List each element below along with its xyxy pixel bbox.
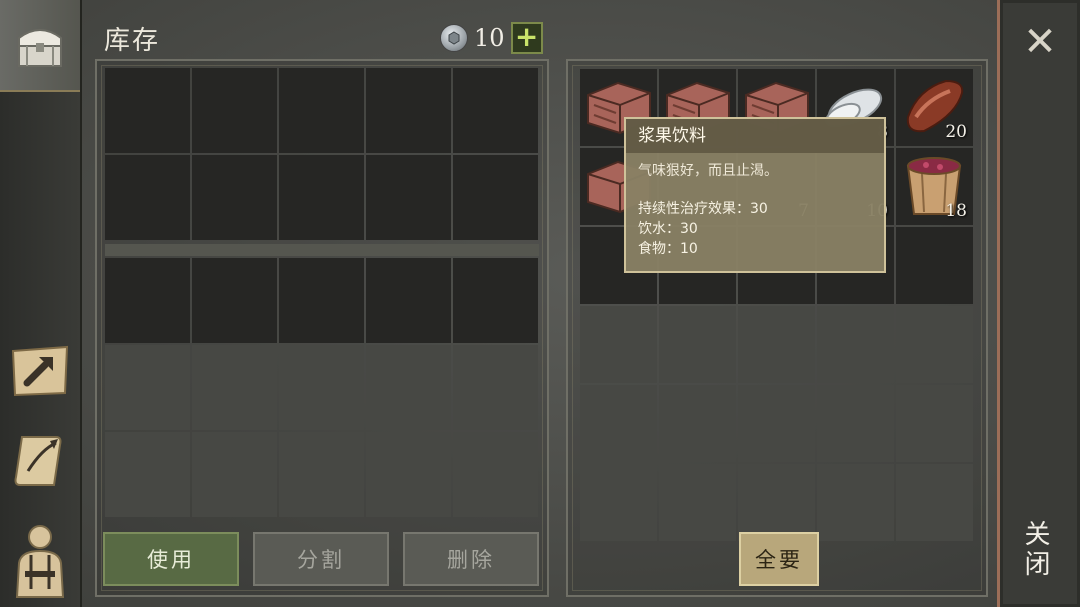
chest-tab[interactable]	[0, 0, 80, 92]
inventory-slot[interactable]	[366, 68, 451, 153]
split-button[interactable]: 分割	[253, 532, 389, 586]
locked-slot	[738, 385, 815, 462]
locked-slot	[453, 345, 538, 430]
inventory-slot[interactable]	[192, 68, 277, 153]
section-divider	[105, 244, 539, 256]
close-label[interactable]: 关闭	[1020, 520, 1054, 580]
locked-slot	[366, 345, 451, 430]
tooltip-stat: 食物：10	[638, 241, 698, 257]
hammer-icon	[11, 345, 69, 397]
locked-slot	[896, 306, 973, 383]
locked-slot	[279, 345, 364, 430]
locked-slot	[817, 306, 894, 383]
inventory-panel	[95, 59, 549, 597]
delete-button[interactable]: 删除	[403, 532, 539, 586]
loot-slot[interactable]: 18	[896, 148, 973, 225]
currency-value: 10	[474, 24, 505, 52]
locked-slot	[105, 432, 190, 517]
inventory-slot[interactable]	[453, 155, 538, 240]
locked-slot	[738, 306, 815, 383]
tooltip-stat: 饮水：30	[638, 221, 698, 237]
take-all-button[interactable]: 全要	[739, 532, 819, 586]
scroll-icon	[14, 436, 62, 486]
tooltip-title: 浆果饮料	[626, 119, 884, 153]
locked-slot	[580, 385, 657, 462]
inventory-slot[interactable]	[105, 258, 190, 343]
item-tooltip: 浆果饮料 气味狠好，而且止渴。 持续性治疗效果：30 饮水：30 食物：10	[624, 117, 886, 273]
inventory-slot[interactable]	[453, 258, 538, 343]
locked-slot	[817, 464, 894, 541]
sidebar	[0, 0, 82, 607]
inventory-slot[interactable]	[192, 258, 277, 343]
close-icon[interactable]: ✕	[1022, 22, 1058, 62]
character-icon	[15, 525, 65, 598]
locked-slot	[279, 432, 364, 517]
inventory-slot[interactable]	[105, 68, 190, 153]
inventory-slot[interactable]	[105, 155, 190, 240]
locked-slot	[580, 464, 657, 541]
add-currency-button[interactable]: +	[510, 22, 543, 54]
silver-coin-icon	[440, 24, 468, 52]
inventory-slot[interactable]	[366, 258, 451, 343]
locked-slot	[896, 385, 973, 462]
locked-slot	[366, 432, 451, 517]
tooltip-stat: 持续性治疗效果：30	[638, 201, 768, 217]
loot-slot[interactable]: 20	[896, 69, 973, 146]
inventory-slot[interactable]	[453, 68, 538, 153]
locked-slot	[192, 345, 277, 430]
locked-slot	[896, 464, 973, 541]
locked-slot	[453, 432, 538, 517]
inventory-slot[interactable]	[192, 155, 277, 240]
crafting-tab[interactable]	[0, 326, 80, 416]
loot-slot[interactable]	[896, 227, 973, 304]
chest-icon	[18, 29, 62, 67]
locked-slot	[580, 306, 657, 383]
close-panel[interactable]: ✕ 关闭	[997, 0, 1080, 607]
inventory-slot[interactable]	[279, 68, 364, 153]
currency-display: 10 +	[440, 22, 543, 54]
inventory-grid-bottom	[105, 258, 538, 517]
locked-slot	[192, 432, 277, 517]
inventory-grid-top	[105, 68, 538, 240]
item-quantity: 18	[945, 201, 967, 221]
inventory-slot[interactable]	[279, 155, 364, 240]
locked-slot	[659, 385, 736, 462]
page-title: 库存	[104, 26, 161, 56]
quest-tab[interactable]	[0, 416, 80, 506]
tooltip-description: 气味狠好，而且止渴。	[638, 163, 778, 179]
locked-slot	[659, 306, 736, 383]
locked-slot	[817, 385, 894, 462]
inventory-slot[interactable]	[366, 155, 451, 240]
locked-slot	[105, 345, 190, 430]
inventory-slot[interactable]	[279, 258, 364, 343]
locked-slot	[738, 464, 815, 541]
item-quantity: 20	[945, 122, 967, 142]
character-tab[interactable]	[0, 514, 80, 604]
use-button[interactable]: 使用	[103, 532, 239, 586]
locked-slot	[659, 464, 736, 541]
